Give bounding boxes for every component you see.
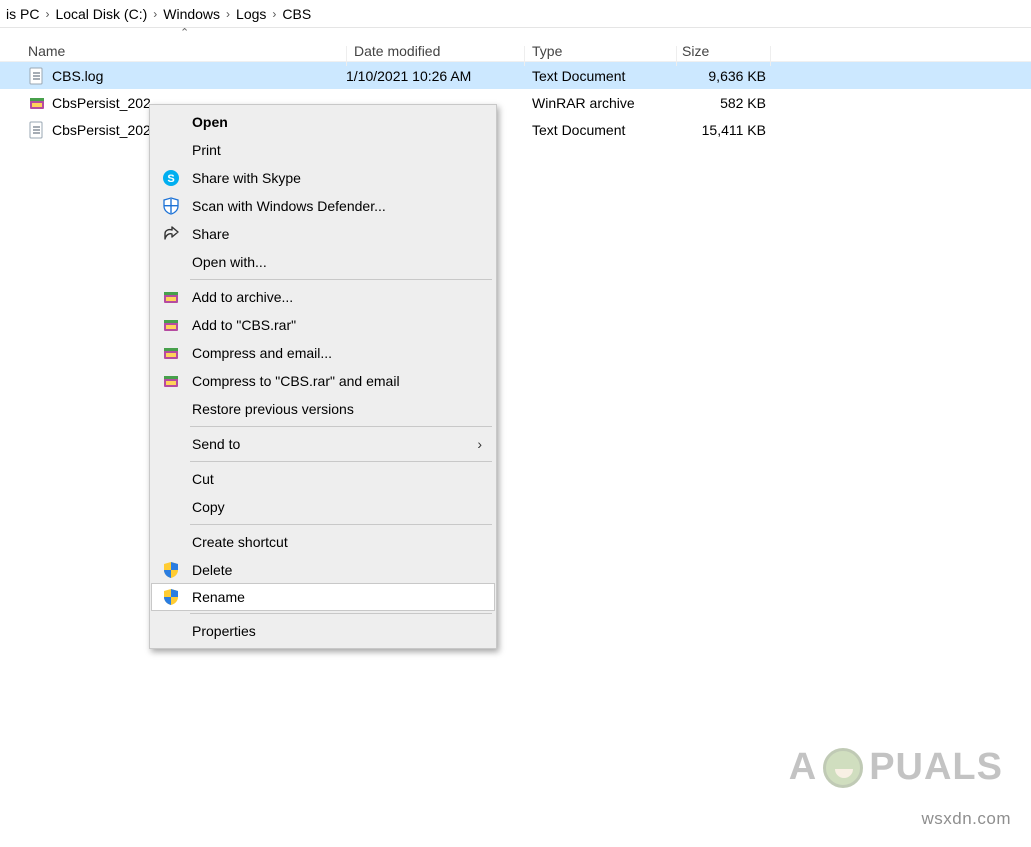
context-separator bbox=[190, 279, 492, 280]
file-size: 15,411 KB bbox=[676, 122, 770, 138]
context-item-add-to-archive[interactable]: Add to archive... bbox=[152, 283, 494, 311]
watermark-icon bbox=[823, 748, 863, 788]
context-item-label: Open bbox=[192, 114, 228, 130]
context-item-restore-versions[interactable]: Restore previous versions bbox=[152, 395, 494, 423]
sort-ascending-icon: ⌃ bbox=[180, 26, 189, 39]
file-type: WinRAR archive bbox=[524, 95, 676, 111]
context-item-send-to[interactable]: Send to › bbox=[152, 430, 494, 458]
file-size: 582 KB bbox=[676, 95, 770, 111]
chevron-right-icon: › bbox=[477, 436, 482, 452]
text-file-icon bbox=[28, 121, 46, 139]
shield-icon bbox=[160, 586, 182, 608]
context-item-label: Share bbox=[192, 226, 229, 242]
context-item-label: Share with Skype bbox=[192, 170, 301, 186]
context-item-defender[interactable]: Scan with Windows Defender... bbox=[152, 192, 494, 220]
context-item-open-with[interactable]: Open with... bbox=[152, 248, 494, 276]
breadcrumb-item[interactable]: Local Disk (C:) bbox=[55, 6, 147, 22]
share-icon bbox=[160, 223, 182, 245]
winrar-icon bbox=[160, 314, 182, 336]
winrar-icon bbox=[160, 370, 182, 392]
context-separator bbox=[190, 613, 492, 614]
context-item-label: Open with... bbox=[192, 254, 267, 270]
column-headers[interactable]: ⌃ Name Date modified Type Size bbox=[0, 28, 1031, 62]
context-item-rename[interactable]: Rename bbox=[151, 583, 495, 611]
context-menu[interactable]: Open Print S Share with Skype Scan with … bbox=[149, 104, 497, 649]
context-item-label: Properties bbox=[192, 623, 256, 639]
context-item-label: Cut bbox=[192, 471, 214, 487]
chevron-right-icon: › bbox=[45, 7, 49, 21]
file-date: 1/10/2021 10:26 AM bbox=[346, 68, 524, 84]
column-name[interactable]: Name bbox=[0, 43, 346, 59]
context-item-label: Copy bbox=[192, 499, 225, 515]
text-file-icon bbox=[28, 67, 46, 85]
watermark-text: PUALS bbox=[869, 746, 1003, 789]
context-item-compress-email[interactable]: Compress and email... bbox=[152, 339, 494, 367]
column-size[interactable]: Size bbox=[676, 43, 770, 59]
winrar-icon bbox=[160, 342, 182, 364]
chevron-right-icon: › bbox=[153, 7, 157, 21]
context-item-properties[interactable]: Properties bbox=[152, 617, 494, 645]
context-item-label: Scan with Windows Defender... bbox=[192, 198, 386, 214]
footer-url: wsxdn.com bbox=[921, 809, 1011, 829]
file-size: 9,636 KB bbox=[676, 68, 770, 84]
chevron-right-icon: › bbox=[226, 7, 230, 21]
file-name: CBS.log bbox=[52, 68, 346, 84]
context-item-label: Delete bbox=[192, 562, 232, 578]
context-item-label: Compress to "CBS.rar" and email bbox=[192, 373, 400, 389]
context-separator bbox=[190, 461, 492, 462]
context-item-compress-rar-email[interactable]: Compress to "CBS.rar" and email bbox=[152, 367, 494, 395]
breadcrumb-item[interactable]: Windows bbox=[163, 6, 220, 22]
context-item-label: Print bbox=[192, 142, 221, 158]
file-row[interactable]: CBS.log 1/10/2021 10:26 AM Text Document… bbox=[0, 62, 1031, 89]
context-item-create-shortcut[interactable]: Create shortcut bbox=[152, 528, 494, 556]
context-item-copy[interactable]: Copy bbox=[152, 493, 494, 521]
watermark: A PUALS bbox=[789, 746, 1003, 789]
column-type[interactable]: Type bbox=[524, 43, 676, 59]
context-item-label: Restore previous versions bbox=[192, 401, 354, 417]
context-item-label: Add to archive... bbox=[192, 289, 293, 305]
context-separator bbox=[190, 524, 492, 525]
svg-text:S: S bbox=[167, 173, 174, 185]
winrar-file-icon bbox=[28, 94, 46, 112]
skype-icon: S bbox=[160, 167, 182, 189]
context-item-delete[interactable]: Delete bbox=[152, 556, 494, 584]
context-item-print[interactable]: Print bbox=[152, 136, 494, 164]
file-type: Text Document bbox=[524, 122, 676, 138]
context-item-add-to-rar[interactable]: Add to "CBS.rar" bbox=[152, 311, 494, 339]
context-item-label: Send to bbox=[192, 436, 240, 452]
context-item-label: Create shortcut bbox=[192, 534, 288, 550]
column-date[interactable]: Date modified bbox=[346, 43, 524, 59]
context-item-cut[interactable]: Cut bbox=[152, 465, 494, 493]
context-item-label: Add to "CBS.rar" bbox=[192, 317, 296, 333]
context-item-label: Compress and email... bbox=[192, 345, 332, 361]
context-item-open[interactable]: Open bbox=[152, 108, 494, 136]
chevron-right-icon: › bbox=[272, 7, 276, 21]
context-item-label: Rename bbox=[192, 589, 245, 605]
watermark-text: A bbox=[789, 746, 817, 789]
shield-icon bbox=[160, 559, 182, 581]
defender-icon bbox=[160, 195, 182, 217]
file-type: Text Document bbox=[524, 68, 676, 84]
breadcrumb-item[interactable]: CBS bbox=[282, 6, 311, 22]
winrar-icon bbox=[160, 286, 182, 308]
context-item-share[interactable]: Share bbox=[152, 220, 494, 248]
context-item-share-skype[interactable]: S Share with Skype bbox=[152, 164, 494, 192]
breadcrumb-item[interactable]: is PC bbox=[6, 6, 39, 22]
breadcrumb[interactable]: is PC › Local Disk (C:) › Windows › Logs… bbox=[0, 0, 1031, 28]
context-separator bbox=[190, 426, 492, 427]
breadcrumb-item[interactable]: Logs bbox=[236, 6, 266, 22]
